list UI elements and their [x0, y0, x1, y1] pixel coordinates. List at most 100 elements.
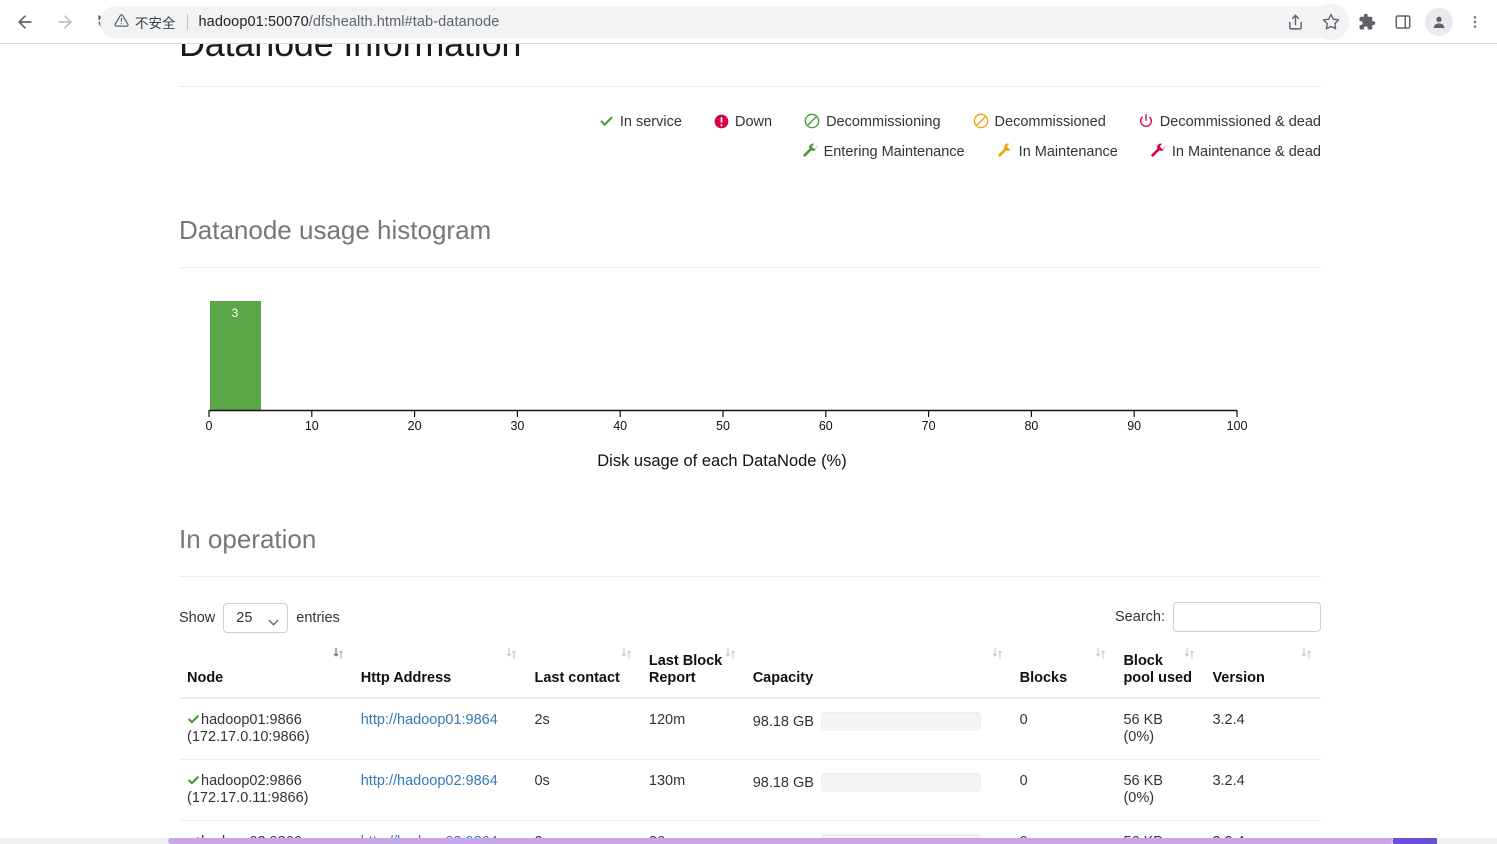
share-icon[interactable] — [1277, 4, 1313, 40]
capacity-progress-bar — [820, 773, 981, 793]
entries-select[interactable]: 25 50 100 — [223, 603, 289, 634]
security-label: 不安全 — [135, 16, 176, 31]
column-header-blocks[interactable]: Blocks — [1011, 647, 1116, 700]
table-row: hadoop02:9866 (172.17.0.11:9866) http://… — [179, 759, 1321, 822]
sort-icon[interactable] — [333, 647, 343, 660]
entries-label: entries — [296, 610, 340, 627]
more-menu-icon[interactable] — [1457, 4, 1493, 40]
warning-triangle-icon — [114, 13, 129, 31]
horizontal-scrollbar-end[interactable] — [1393, 838, 1437, 844]
search-input[interactable] — [1173, 602, 1321, 633]
svg-text:40: 40 — [613, 419, 627, 433]
column-header-last-block-report[interactable]: Last Block Report — [640, 647, 745, 700]
sort-icon[interactable] — [1301, 647, 1311, 660]
forward-arrow-icon[interactable] — [48, 5, 82, 39]
svg-text:100: 100 — [1227, 419, 1248, 433]
legend-item-down: Down — [714, 107, 772, 137]
page-title: Datanode Information — [179, 44, 1321, 74]
cell-block-pool-used: 56 KB (0%) — [1115, 759, 1205, 822]
cell-last-contact: 0s — [526, 759, 641, 822]
capacity-text: 98.18 GB — [752, 774, 814, 791]
security-warning[interactable]: 不安全 — [114, 12, 176, 32]
check-icon — [187, 774, 200, 787]
x-axis-tick-labels: 0 10 20 30 40 50 60 70 80 90 100 — [206, 419, 1248, 433]
ban-circle-icon — [804, 113, 820, 129]
cell-http-address: http://hadoop02:9864 — [352, 759, 527, 822]
table-controls: Show 25 50 100 entries Search: — [179, 599, 1321, 639]
address-bar[interactable]: 不安全 hadoop01:50070/dfshealth.html#tab-da… — [100, 6, 1348, 38]
legend-label: Entering Maintenance — [823, 144, 965, 161]
svg-text:0: 0 — [206, 419, 213, 433]
sort-icon[interactable] — [621, 647, 631, 660]
bookmark-star-icon[interactable] — [1313, 4, 1349, 40]
legend-item-in-maintenance: In Maintenance — [997, 137, 1118, 167]
table-row: hadoop01:9866 (172.17.0.10:9866) http://… — [179, 698, 1321, 761]
datanode-usage-histogram: 3 0 10 20 30 40 50 60 70 80 90 100 Disk … — [179, 296, 1321, 476]
side-panel-icon[interactable] — [1385, 4, 1421, 40]
histogram-title: Datanode usage histogram — [179, 215, 492, 246]
histogram-svg: 3 0 10 20 30 40 50 60 70 80 90 100 — [206, 301, 1248, 433]
legend-row-1: In service Down Decommissioning Decommis… — [179, 107, 1321, 137]
http-address-link[interactable]: http://hadoop01:9864 — [361, 712, 498, 728]
column-header-last-contact[interactable]: Last contact — [526, 647, 641, 700]
check-icon — [599, 114, 614, 129]
column-header-capacity[interactable]: Capacity — [744, 647, 1012, 700]
search-label: Search: — [1115, 609, 1165, 626]
node-name: hadoop02:9866 — [201, 773, 302, 790]
page-content: Datanode Information In service Down Dec… — [179, 44, 1321, 844]
url-text: hadoop01:50070/dfshealth.html#tab-datano… — [199, 14, 500, 30]
wrench-icon — [1150, 143, 1166, 159]
histogram-divider — [179, 267, 1321, 269]
table-header-row: Node Http Address Last contact Last Bloc… — [179, 647, 1321, 700]
column-label: Last Block Report — [648, 653, 723, 687]
cell-capacity: 98.18 GB — [744, 759, 1012, 822]
profile-avatar-icon[interactable] — [1425, 8, 1453, 36]
in-operation-divider — [179, 576, 1321, 578]
http-address-link[interactable]: http://hadoop02:9864 — [361, 773, 498, 789]
legend-label: Decommissioned & dead — [1159, 114, 1321, 131]
svg-text:30: 30 — [510, 419, 524, 433]
column-header-version[interactable]: Version — [1204, 647, 1321, 700]
in-operation-title: In operation — [179, 524, 317, 555]
column-header-node[interactable]: Node — [179, 647, 353, 700]
sort-icon[interactable] — [1095, 647, 1106, 660]
svg-text:60: 60 — [819, 419, 833, 433]
svg-text:70: 70 — [922, 419, 936, 433]
horizontal-scrollbar[interactable] — [0, 838, 1497, 844]
legend-item-in-service: In service — [599, 107, 682, 137]
cell-last-block-report: 130m — [640, 759, 745, 822]
exclamation-circle-icon — [714, 114, 729, 129]
legend-item-decommissioning: Decommissioning — [804, 107, 941, 137]
node-name: hadoop01:9866 — [201, 712, 302, 729]
cell-capacity: 98.18 GB — [744, 698, 1012, 761]
url-path: /dfshealth.html#tab-datanode — [308, 14, 500, 30]
sort-icon[interactable] — [506, 647, 517, 660]
column-header-block-pool-used[interactable]: Block pool used — [1115, 647, 1205, 700]
legend-item-entering-maintenance: Entering Maintenance — [802, 137, 965, 167]
table-head: Node Http Address Last contact Last Bloc… — [179, 647, 1321, 700]
legend-item-in-maintenance-dead: In Maintenance & dead — [1150, 137, 1321, 167]
browser-toolbar: 不安全 hadoop01:50070/dfshealth.html#tab-da… — [0, 0, 1497, 44]
show-label: Show — [179, 610, 216, 627]
sort-icon[interactable] — [1184, 647, 1195, 660]
table-search-control: Search: — [1115, 602, 1321, 633]
svg-text:10: 10 — [305, 419, 319, 433]
url-host: hadoop01:50070 — [198, 14, 309, 30]
column-label: Last contact — [534, 670, 620, 687]
toolbar-icon-group — [1277, 4, 1493, 40]
histogram-x-axis-label: Disk usage of each DataNode (%) — [597, 452, 847, 471]
column-header-http-address[interactable]: Http Address — [352, 647, 527, 700]
column-label: Http Address — [360, 670, 452, 687]
table-body: hadoop01:9866 (172.17.0.10:9866) http://… — [179, 698, 1321, 844]
sort-icon[interactable] — [725, 647, 735, 660]
legend-label: Down — [734, 114, 773, 131]
sort-icon[interactable] — [992, 647, 1002, 660]
datanode-table: Node Http Address Last contact Last Bloc… — [179, 647, 1321, 844]
extensions-puzzle-icon[interactable] — [1349, 4, 1385, 40]
back-arrow-icon[interactable] — [8, 5, 42, 39]
cell-last-contact: 2s — [526, 698, 641, 761]
column-label: Capacity — [752, 670, 814, 687]
entries-select-wrapper: 25 50 100 — [223, 603, 289, 634]
horizontal-scrollbar-thumb[interactable] — [168, 838, 1393, 844]
column-label: Block pool used — [1123, 653, 1192, 687]
